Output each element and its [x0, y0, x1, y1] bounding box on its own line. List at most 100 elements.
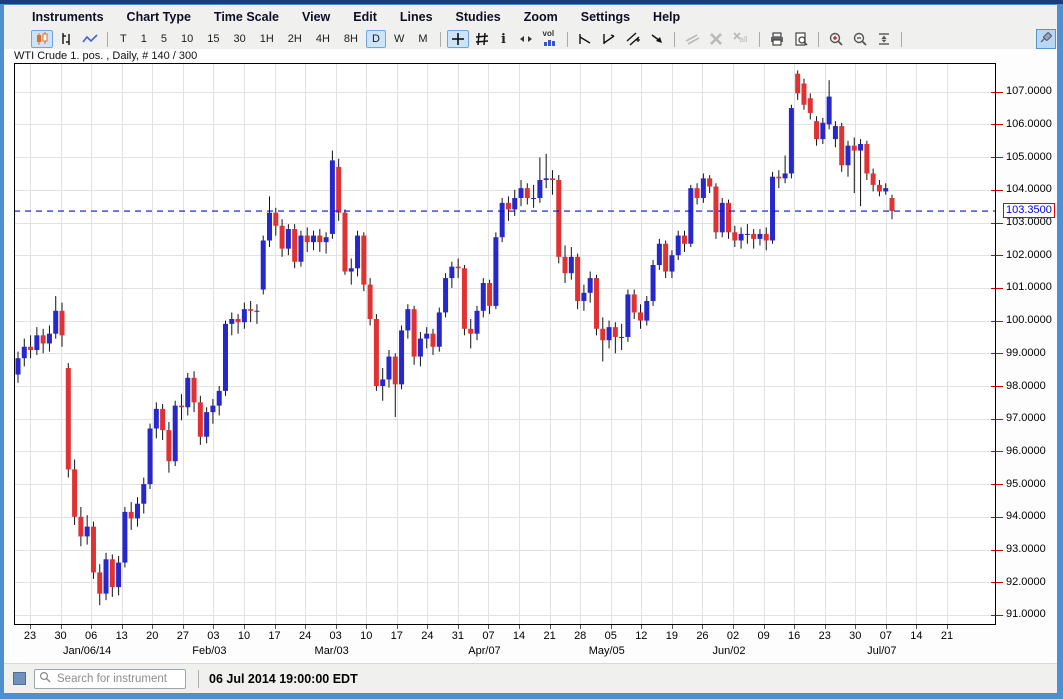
menu-item-lines[interactable]: Lines: [400, 10, 433, 24]
timeframe-button-10[interactable]: 10: [175, 30, 199, 48]
instrument-search-box[interactable]: [34, 669, 186, 689]
candle: [720, 198, 725, 237]
timeframe-label: 8H: [341, 33, 361, 45]
timeframe-button-4h[interactable]: 4H: [310, 30, 336, 48]
menu-item-zoom[interactable]: Zoom: [524, 10, 558, 24]
price-axis-label: 97.0000: [1006, 412, 1046, 424]
grid-icon: [474, 31, 490, 47]
candle: [770, 172, 775, 244]
timeframe-button-8h[interactable]: 8H: [338, 30, 364, 48]
chart-plot[interactable]: [14, 63, 1010, 639]
chart-widget: WTI Crude 1. pos. , Daily, # 140 / 300 1…: [4, 49, 1057, 663]
trendline-up-tool-button[interactable]: [598, 30, 620, 48]
menu-item-settings[interactable]: Settings: [581, 10, 630, 24]
pin-panel-button[interactable]: [1036, 29, 1056, 49]
horizontal-scroll-button[interactable]: [515, 30, 537, 48]
menu-item-chart-type[interactable]: Chart Type: [127, 10, 191, 24]
timeframe-group: T151015301H2H4H8HDWM: [113, 30, 435, 48]
price-axis-label: 101.0000: [1006, 281, 1052, 293]
timeframe-button-30[interactable]: 30: [227, 30, 251, 48]
timeframe-label: D: [369, 33, 383, 45]
month-axis-label: Jul/07: [847, 645, 917, 657]
search-input[interactable]: [55, 672, 173, 686]
time-axis[interactable]: 2330061320270310172403101724310714212805…: [4, 625, 1057, 663]
delete-all-icon: all: [732, 31, 750, 47]
pushpin-icon: [1039, 30, 1053, 49]
timeframe-button-15[interactable]: 15: [201, 30, 225, 48]
time-axis-label: 13: [109, 630, 135, 642]
candle: [368, 278, 373, 325]
timeframe-button-d[interactable]: D: [366, 30, 386, 48]
menu-item-edit[interactable]: Edit: [353, 10, 377, 24]
crosshair-icon: [450, 31, 466, 47]
candle: [173, 401, 178, 466]
ohlc-bars-button[interactable]: [55, 30, 77, 48]
timeframe-button-m[interactable]: M: [412, 30, 433, 48]
menu-item-studies[interactable]: Studies: [456, 10, 501, 24]
time-axis-label: 23: [17, 630, 43, 642]
timeframe-button-5[interactable]: 5: [155, 30, 173, 48]
candle: [462, 265, 467, 335]
candle: [330, 151, 335, 239]
menu-item-help[interactable]: Help: [653, 10, 680, 24]
timeframe-button-t[interactable]: T: [114, 30, 133, 48]
candle: [399, 326, 404, 390]
candlestick-icon: [34, 31, 50, 47]
grid-toggle-button[interactable]: [471, 30, 493, 48]
price-axis[interactable]: 107.0000106.0000105.0000104.0000103.0000…: [1006, 49, 1056, 663]
timeframe-button-1[interactable]: 1: [135, 30, 153, 48]
menu-item-view[interactable]: View: [302, 10, 330, 24]
zoom-out-button[interactable]: [849, 30, 871, 48]
delete-all-lines-button[interactable]: all: [729, 30, 753, 48]
trendline-down-tool-button[interactable]: [574, 30, 596, 48]
candlestick-chart-button[interactable]: [31, 30, 53, 48]
price-axis-label: 99.0000: [1006, 347, 1046, 359]
delete-line-button[interactable]: [705, 30, 727, 48]
line-chart-button[interactable]: [79, 30, 101, 48]
price-axis-label: 94.0000: [1006, 510, 1046, 522]
fit-vertical-icon: [876, 31, 892, 47]
time-axis-label: 14: [506, 630, 532, 642]
fit-vertical-button[interactable]: [873, 30, 895, 48]
menu-item-instruments[interactable]: Instruments: [32, 10, 104, 24]
time-axis-label: 31: [445, 630, 471, 642]
timeframe-button-2h[interactable]: 2H: [282, 30, 308, 48]
parallel-lines-tool-button[interactable]: [681, 30, 703, 48]
candle: [374, 314, 379, 391]
time-axis-label: 16: [781, 630, 807, 642]
timeframe-label: 10: [178, 33, 196, 45]
timeframe-label: 4H: [313, 33, 333, 45]
time-axis-label: 07: [475, 630, 501, 642]
ray-arrow-icon: [649, 31, 665, 47]
time-axis-label: 03: [323, 630, 349, 642]
crosshair-button[interactable]: [447, 30, 469, 48]
time-axis-label: 07: [873, 630, 899, 642]
print-button[interactable]: [766, 30, 788, 48]
menu-item-time-scale[interactable]: Time Scale: [214, 10, 279, 24]
trendline-down-icon: [577, 31, 593, 47]
trendline-up-icon: [601, 31, 617, 47]
candle: [789, 105, 794, 179]
parallel-channel-tool-button[interactable]: [622, 30, 644, 48]
candle: [625, 290, 630, 342]
zoom-in-button[interactable]: [825, 30, 847, 48]
candle: [594, 275, 599, 335]
time-axis-label: 27: [170, 630, 196, 642]
timeframe-button-1h[interactable]: 1H: [254, 30, 280, 48]
price-axis-label: 105.0000: [1006, 151, 1052, 163]
print-preview-button[interactable]: [790, 30, 812, 48]
candle: [298, 231, 303, 267]
ray-tool-button[interactable]: [646, 30, 668, 48]
timeframe-label: 1: [138, 33, 150, 45]
candle: [361, 232, 366, 291]
time-axis-label: 17: [262, 630, 288, 642]
info-button[interactable]: i: [495, 30, 513, 48]
time-axis-label: 09: [751, 630, 777, 642]
last-price-label: 103.3500: [1003, 203, 1055, 218]
timeframe-button-w[interactable]: W: [388, 30, 410, 48]
time-axis-label: 21: [934, 630, 960, 642]
candle: [66, 363, 71, 477]
price-axis-label: 100.0000: [1006, 314, 1052, 326]
candle: [839, 123, 844, 172]
volume-button[interactable]: vol: [539, 30, 561, 48]
